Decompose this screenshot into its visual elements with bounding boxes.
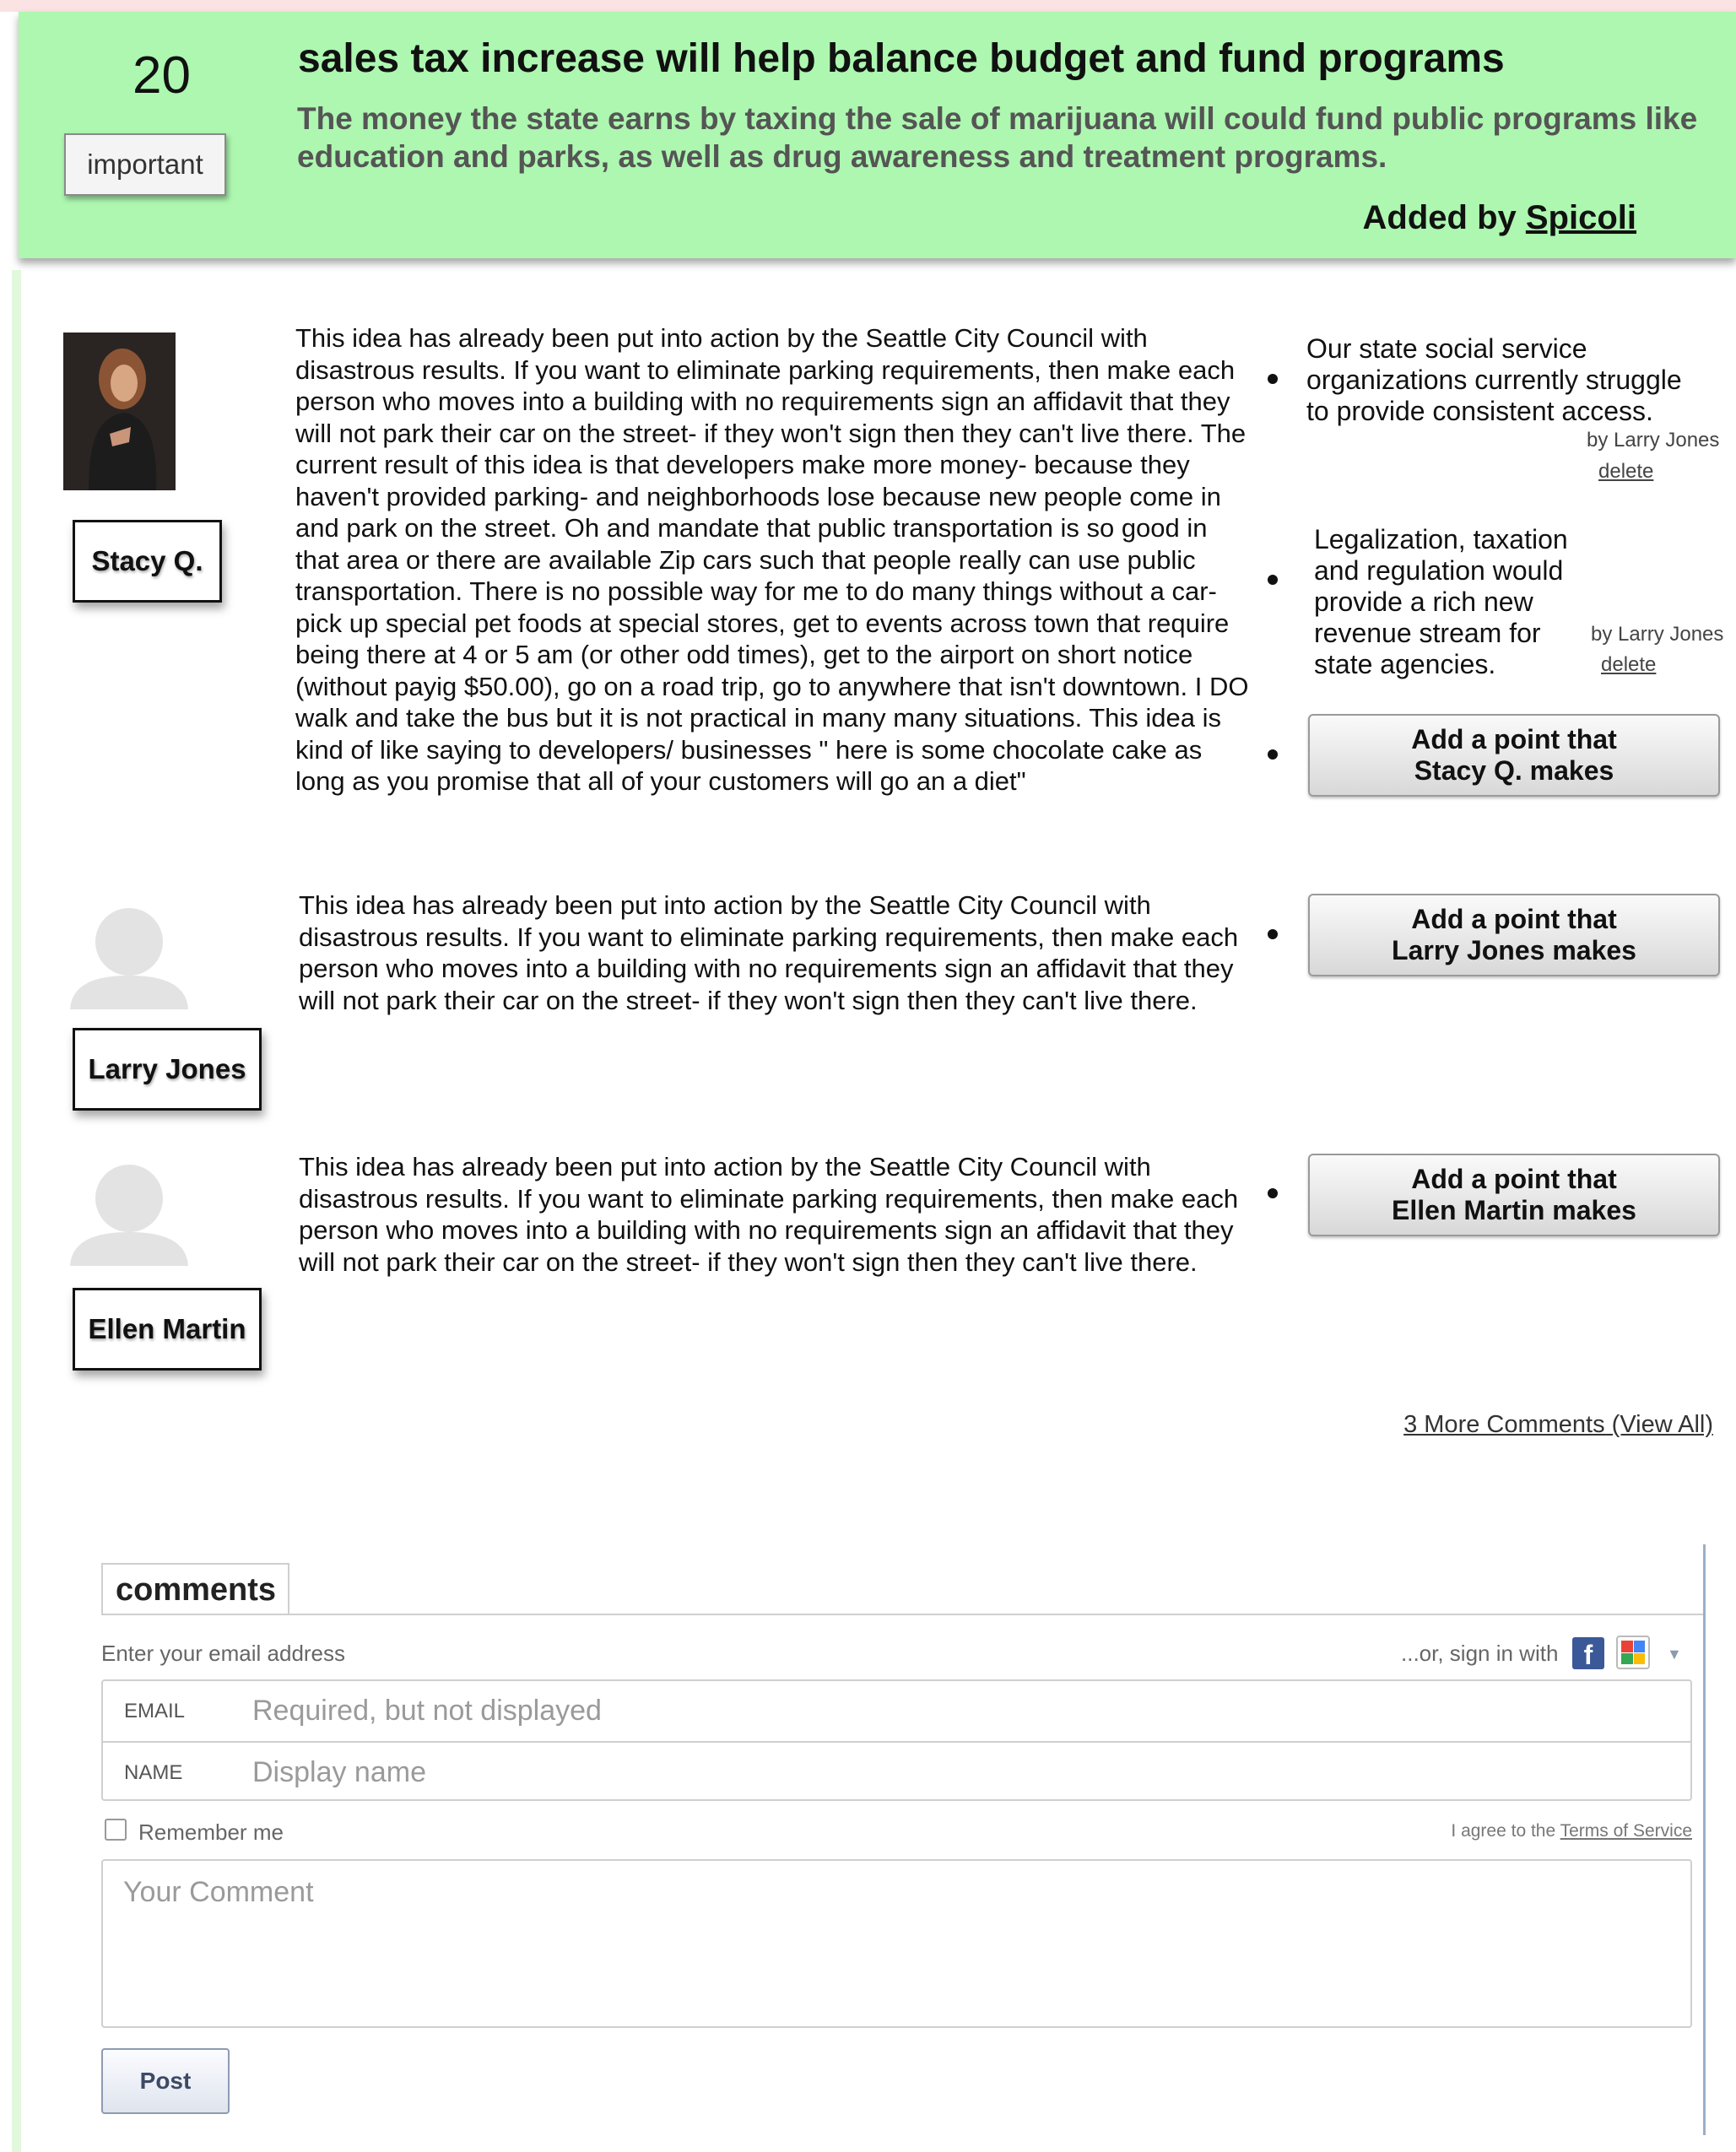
name-label: NAME [124,1761,183,1784]
bullet [1268,929,1278,939]
name-row: NAME [103,1741,1690,1800]
idea-summary: The money the state earns by taxing the … [297,101,1698,174]
remember-me-label: Remember me [138,1819,284,1845]
point-text: Legalization, taxation and regulation wo… [1314,524,1568,679]
add-point-button[interactable]: Add a point that Stacy Q. makes [1308,714,1720,797]
comment-text: This idea has already been put into acti… [299,1152,1239,1277]
terms-prefix: I agree to the [1451,1821,1560,1841]
tab-divider [101,1614,1703,1615]
comment-text: This idea has already been put into acti… [295,323,1249,796]
comment-text: This idea has already been put into acti… [299,890,1239,1015]
top-strip [0,0,1736,12]
view-all-comments-link[interactable]: 3 More Comments (View All) [1403,1411,1713,1439]
email-field[interactable] [251,1690,1643,1732]
idea-header: 20 important sales tax increase will hel… [19,12,1736,258]
remember-me-checkbox[interactable] [105,1819,127,1841]
default-avatar-icon [70,1165,188,1266]
terms-link[interactable]: Terms of Service [1560,1821,1692,1841]
comment-textarea[interactable] [101,1859,1692,2028]
bullet [1268,749,1278,760]
facebook-icon[interactable]: f [1572,1637,1604,1670]
point-author: by Larry Jones [1587,429,1720,451]
avatar-photo [63,333,176,490]
terms-notice: I agree to the Terms of Service [1451,1821,1692,1841]
dropdown-caret-icon[interactable]: ▼ [1667,1646,1682,1663]
added-by: Added by Spicoli [1363,199,1636,237]
comments-widget-border [1703,1544,1706,2135]
bullet [1268,374,1278,384]
commenter-name-tag[interactable]: Larry Jones [73,1028,262,1111]
important-button[interactable]: important [64,133,226,196]
idea-title: sales tax increase will help balance bud… [298,36,1505,81]
email-row: EMAIL [103,1681,1690,1740]
google-icon[interactable] [1616,1636,1650,1669]
point-text: Our state social service organizations c… [1306,333,1682,426]
left-rail [12,270,21,2152]
bullet [1268,1188,1278,1198]
identity-fields: EMAIL NAME [101,1679,1692,1801]
commenter-name-tag[interactable]: Ellen Martin [73,1288,262,1371]
point-author: by Larry Jones [1591,623,1724,646]
bullet [1268,575,1278,585]
vote-count: 20 [132,46,191,105]
signin-label: ...or, sign in with [1401,1641,1559,1666]
delete-link[interactable]: delete [1598,460,1653,484]
add-point-button[interactable]: Add a point that Larry Jones makes [1308,894,1720,976]
name-field[interactable] [251,1751,1643,1793]
profile-photo-icon [63,333,176,490]
delete-link[interactable]: delete [1601,653,1656,677]
added-by-prefix: Added by [1362,199,1526,236]
email-prompt: Enter your email address [101,1641,346,1666]
add-point-button[interactable]: Add a point that Ellen Martin makes [1308,1154,1720,1236]
commenter-name-tag[interactable]: Stacy Q. [73,520,222,603]
email-label: EMAIL [124,1700,186,1722]
default-avatar-icon [70,908,188,1009]
author-link[interactable]: Spicoli [1526,199,1636,236]
post-button[interactable]: Post [101,2048,230,2114]
tab-comments[interactable]: comments [101,1563,289,1615]
